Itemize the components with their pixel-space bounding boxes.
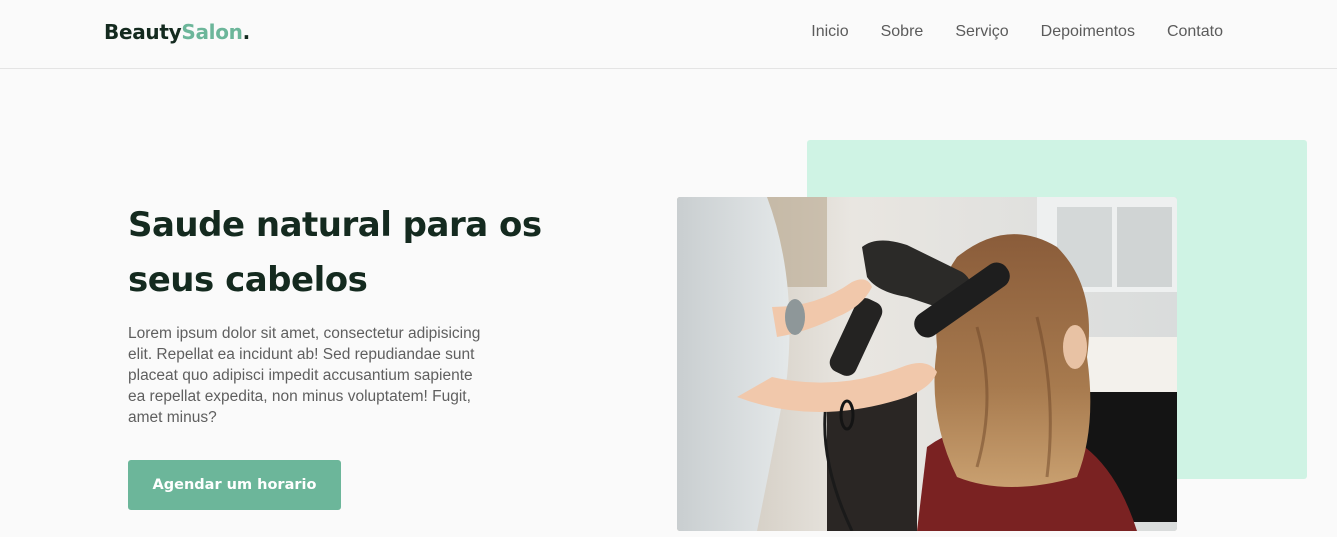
main-nav: Inicio Sobre Serviço Depoimentos Contato	[811, 23, 1223, 41]
hero-image	[677, 197, 1177, 531]
schedule-button[interactable]: Agendar um horario	[128, 460, 341, 510]
site-header: BeautySalon. Inicio Sobre Serviço Depoim…	[0, 0, 1337, 69]
hero-image-illustration	[677, 197, 1177, 531]
nav-link-sobre[interactable]: Sobre	[881, 23, 924, 41]
logo[interactable]: BeautySalon.	[104, 20, 250, 44]
nav-link-servico[interactable]: Serviço	[955, 23, 1008, 41]
logo-text-salon: Salon	[181, 20, 243, 44]
logo-text-beauty: Beauty	[104, 20, 182, 44]
nav-link-depoimentos[interactable]: Depoimentos	[1041, 23, 1135, 41]
hero-title: Saude natural para os seus cabelos	[128, 205, 542, 300]
hero-description: Lorem ipsum dolor sit amet, consectetur …	[128, 325, 481, 426]
nav-link-inicio[interactable]: Inicio	[811, 23, 848, 41]
logo-dot: .	[242, 20, 251, 44]
nav-link-contato[interactable]: Contato	[1167, 23, 1223, 41]
